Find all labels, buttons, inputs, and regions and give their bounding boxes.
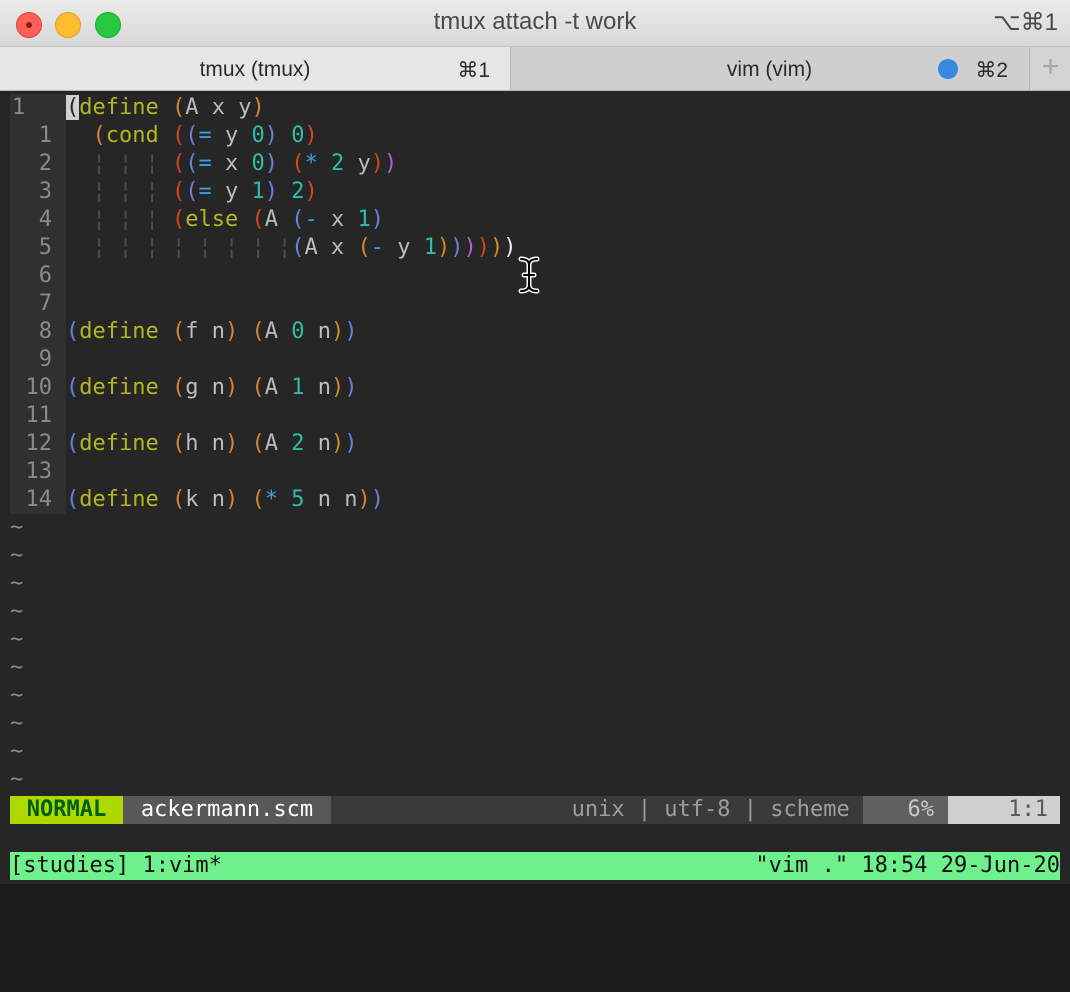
code-line: 11 — [10, 402, 1060, 430]
code-line: 1 (cond ((= y 0) 0) — [10, 122, 1060, 150]
code-text: (define (g n) (A 1 n)) — [66, 375, 358, 400]
vim-buffer[interactable]: 1 (define (A x y) 1 (cond ((= y 0) 0) 2 ¦… — [10, 94, 1060, 794]
line-number: 3 — [10, 178, 66, 206]
code-text: ¦ ¦ ¦ ((= x 0) (* 2 y)) — [92, 151, 398, 176]
code-line: 9 — [10, 346, 1060, 374]
line-number: 14 — [10, 486, 66, 514]
tab-label: tmux (tmux) — [199, 58, 311, 81]
cursor-position: 1:1 — [948, 796, 1060, 824]
i-beam-cursor-icon — [518, 256, 540, 294]
code-line: 2 ¦ ¦ ¦ ((= x 0) (* 2 y)) — [10, 150, 1060, 178]
code-text: ¦ ¦ ¦ ¦ ¦ ¦ ¦ ¦(A x (- y 1)))))) — [92, 235, 517, 260]
new-tab-button[interactable]: + — [1029, 47, 1070, 90]
code-text: ¦ ¦ ¦ ((= y 1) 2) — [92, 179, 318, 204]
line-number: 5 — [10, 234, 66, 262]
line-number: 13 — [10, 458, 66, 486]
tmux-status-right: "vim ." 18:54 29-Jun-20 — [755, 853, 1060, 878]
code-line: 1 (define (A x y) — [10, 94, 1060, 122]
line-number: 1 — [10, 122, 66, 150]
scroll-percent: 6% — [863, 796, 948, 824]
code-line: 8 (define (f n) (A 0 n)) — [10, 318, 1060, 346]
tab-bar: tmux (tmux) ⌘1 vim (vim) ⌘2 + — [0, 47, 1070, 91]
empty-line-marker: ~ — [10, 571, 24, 596]
code-text: (cond ((= y 0) 0) — [92, 123, 318, 148]
empty-line-marker: ~ — [10, 655, 24, 680]
empty-line-marker: ~ — [10, 599, 24, 624]
line-number: 10 — [10, 374, 66, 402]
mode-indicator: NORMAL — [10, 796, 123, 824]
tab-vim[interactable]: vim (vim) ⌘2 — [511, 47, 1028, 90]
tab-tmux[interactable]: tmux (tmux) ⌘1 — [0, 47, 511, 90]
line-number: 11 — [10, 402, 66, 430]
code-text: (define (A x y) — [66, 95, 265, 120]
empty-line-marker: ~ — [10, 739, 24, 764]
line-number: 12 — [10, 430, 66, 458]
line-number: 6 — [10, 262, 66, 290]
window-title: tmux attach -t work — [433, 8, 637, 35]
empty-line-marker: ~ — [10, 543, 24, 568]
code-text: ¦ ¦ ¦ (else (A (- x 1) — [92, 207, 384, 232]
vim-statusline: NORMAL ackermann.scm unix | utf-8 | sche… — [10, 796, 1060, 824]
file-info: unix | utf-8 | scheme — [540, 796, 863, 824]
activity-dot-icon — [938, 59, 958, 79]
tab-shortcut: ⌘2 — [975, 59, 1008, 82]
code-line: 12 (define (h n) (A 2 n)) — [10, 430, 1060, 458]
line-number: 9 — [10, 346, 66, 374]
empty-line-marker: ~ — [10, 515, 24, 540]
tab-shortcut: ⌘1 — [457, 59, 490, 82]
terminal-window: tmux attach -t work ⌥⌘1 tmux (tmux) ⌘1 v… — [0, 0, 1070, 884]
code-line: 4 ¦ ¦ ¦ (else (A (- x 1) — [10, 206, 1060, 234]
code-line: 14 (define (k n) (* 5 n n)) — [10, 486, 1060, 514]
code-text: (define (h n) (A 2 n)) — [66, 431, 358, 456]
code-text: (define (f n) (A 0 n)) — [66, 319, 358, 344]
tmux-session-window[interactable]: [studies] 1:vim* — [10, 852, 222, 880]
empty-line-marker: ~ — [10, 627, 24, 652]
code-line: 3 ¦ ¦ ¦ ((= y 1) 2) — [10, 178, 1060, 206]
line-number: 7 — [10, 290, 66, 318]
empty-line-marker: ~ — [10, 767, 24, 792]
code-text: (define (k n) (* 5 n n)) — [66, 487, 384, 512]
line-number: 4 — [10, 206, 66, 234]
line-number: 1 — [10, 94, 66, 122]
line-number: 2 — [10, 150, 66, 178]
tmux-statusbar: [studies] 1:vim* "vim ." 18:54 29-Jun-20 — [10, 852, 1060, 880]
title-bar[interactable]: tmux attach -t work ⌥⌘1 — [0, 0, 1070, 47]
window-shortcut: ⌥⌘1 — [992, 9, 1058, 36]
empty-line-marker: ~ — [10, 711, 24, 736]
empty-line-marker: ~ — [10, 683, 24, 708]
filename-label: ackermann.scm — [123, 796, 331, 824]
code-line: 10 (define (g n) (A 1 n)) — [10, 374, 1060, 402]
line-number: 8 — [10, 318, 66, 346]
code-line: 13 — [10, 458, 1060, 486]
